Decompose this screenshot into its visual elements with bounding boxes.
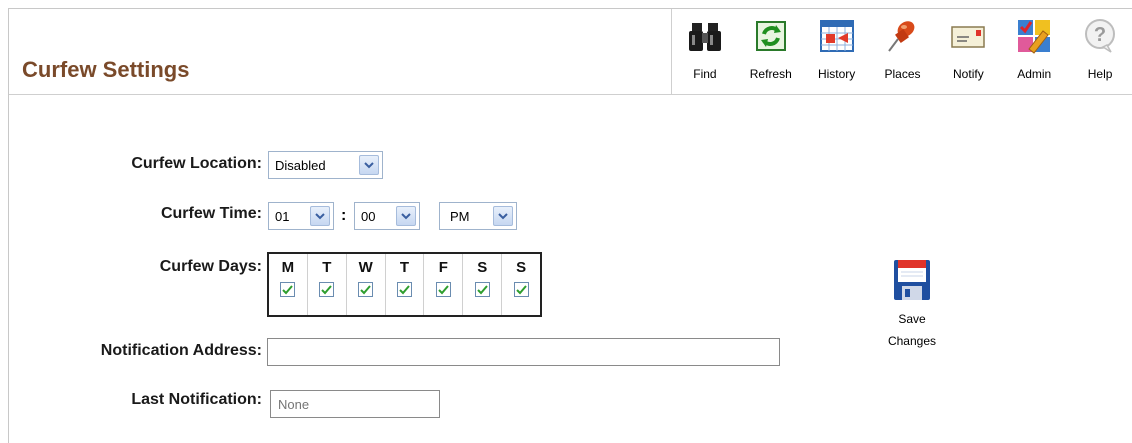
chevron-down-icon	[359, 155, 379, 175]
day-column-wednesday: W	[347, 254, 386, 315]
places-label: Places	[884, 67, 921, 81]
curfew-location-select[interactable]: Disabled	[268, 151, 383, 179]
curfew-hour-value: 01	[275, 208, 290, 224]
day-column-saturday: S	[463, 254, 503, 315]
day-column-thursday: T	[386, 254, 425, 315]
curfew-minute-value: 00	[361, 208, 376, 224]
last-notification-field	[270, 390, 440, 418]
pushpin-icon	[887, 21, 914, 52]
curfew-ampm-select[interactable]: PM	[439, 202, 517, 230]
checkmark-icon	[515, 285, 527, 295]
day-letter: F	[438, 259, 448, 276]
admin-button[interactable]: Admin	[1001, 9, 1067, 94]
day-checkbox-saturday[interactable]	[474, 282, 490, 297]
curfew-time-label: Curfew Time:	[160, 205, 262, 222]
curfew-ampm-value: PM	[450, 208, 470, 224]
day-letter: M	[281, 259, 295, 276]
curfew-location-label: Curfew Location:	[131, 155, 262, 172]
day-column-friday: F	[424, 254, 464, 315]
find-label: Find	[693, 67, 717, 81]
curfew-days-grid: M T W T F S S	[267, 252, 542, 317]
checkmark-icon	[438, 285, 449, 295]
places-button[interactable]: Places	[870, 9, 936, 94]
svg-text:?: ?	[1094, 24, 1106, 46]
day-column-sunday: S	[502, 254, 540, 315]
envelope-icon	[951, 26, 986, 48]
day-letter: S	[477, 259, 488, 276]
header: Curfew Settings Find Refresh History Pla…	[9, 9, 1132, 95]
page-frame: Curfew Settings Find Refresh History Pla…	[8, 8, 1132, 443]
day-checkbox-wednesday[interactable]	[358, 282, 374, 297]
binoculars-icon	[688, 23, 721, 51]
day-letter: S	[516, 259, 527, 276]
day-column-monday: M	[269, 254, 308, 315]
history-icon	[819, 20, 854, 52]
chevron-down-icon	[396, 206, 416, 226]
floppy-disk-icon	[894, 260, 930, 300]
day-letter: T	[322, 259, 332, 276]
chevron-down-icon	[493, 206, 513, 226]
day-letter: T	[399, 259, 410, 276]
save-changes-button[interactable]: Save Changes	[872, 258, 952, 352]
day-checkbox-friday[interactable]	[435, 282, 451, 297]
admin-icon	[1018, 20, 1051, 54]
notify-label: Notify	[953, 67, 984, 81]
help-button[interactable]: ? Help	[1067, 9, 1132, 94]
checkmark-icon	[399, 285, 410, 295]
refresh-button[interactable]: Refresh	[738, 9, 804, 94]
page-title: Curfew Settings	[22, 57, 190, 82]
help-label: Help	[1087, 67, 1113, 81]
save-label-line2: Changes	[887, 334, 937, 348]
chevron-down-icon	[310, 206, 330, 226]
day-checkbox-monday[interactable]	[280, 282, 296, 297]
curfew-location-value: Disabled	[275, 157, 326, 173]
day-column-tuesday: T	[308, 254, 347, 315]
curfew-minute-select[interactable]: 00	[354, 202, 420, 230]
curfew-days-label: Curfew Days:	[159, 258, 262, 275]
refresh-icon	[755, 21, 786, 51]
day-checkbox-sunday[interactable]	[513, 282, 529, 297]
last-notification-label: Last Notification:	[131, 391, 262, 408]
notification-address-input[interactable]	[267, 338, 780, 366]
curfew-hour-select[interactable]: 01	[268, 202, 334, 230]
refresh-label: Refresh	[749, 67, 792, 81]
day-letter: W	[358, 259, 373, 276]
time-separator: :	[341, 207, 347, 224]
checkmark-icon	[321, 285, 333, 295]
day-checkbox-tuesday[interactable]	[319, 282, 335, 297]
notify-button[interactable]: Notify	[935, 9, 1001, 94]
day-checkbox-thursday[interactable]	[397, 282, 412, 297]
help-icon: ?	[1085, 19, 1116, 53]
checkmark-icon	[477, 285, 488, 295]
history-button[interactable]: History	[804, 9, 870, 94]
checkmark-icon	[360, 285, 371, 295]
checkmark-icon	[282, 285, 294, 295]
admin-label: Admin	[1017, 67, 1052, 81]
find-button[interactable]: Find	[672, 9, 738, 94]
notification-address-label: Notification Address:	[100, 342, 262, 359]
save-label-line1: Save	[898, 312, 926, 326]
history-label: History	[817, 67, 856, 81]
toolbar: Find Refresh History Places Notify Admin…	[671, 9, 1132, 94]
